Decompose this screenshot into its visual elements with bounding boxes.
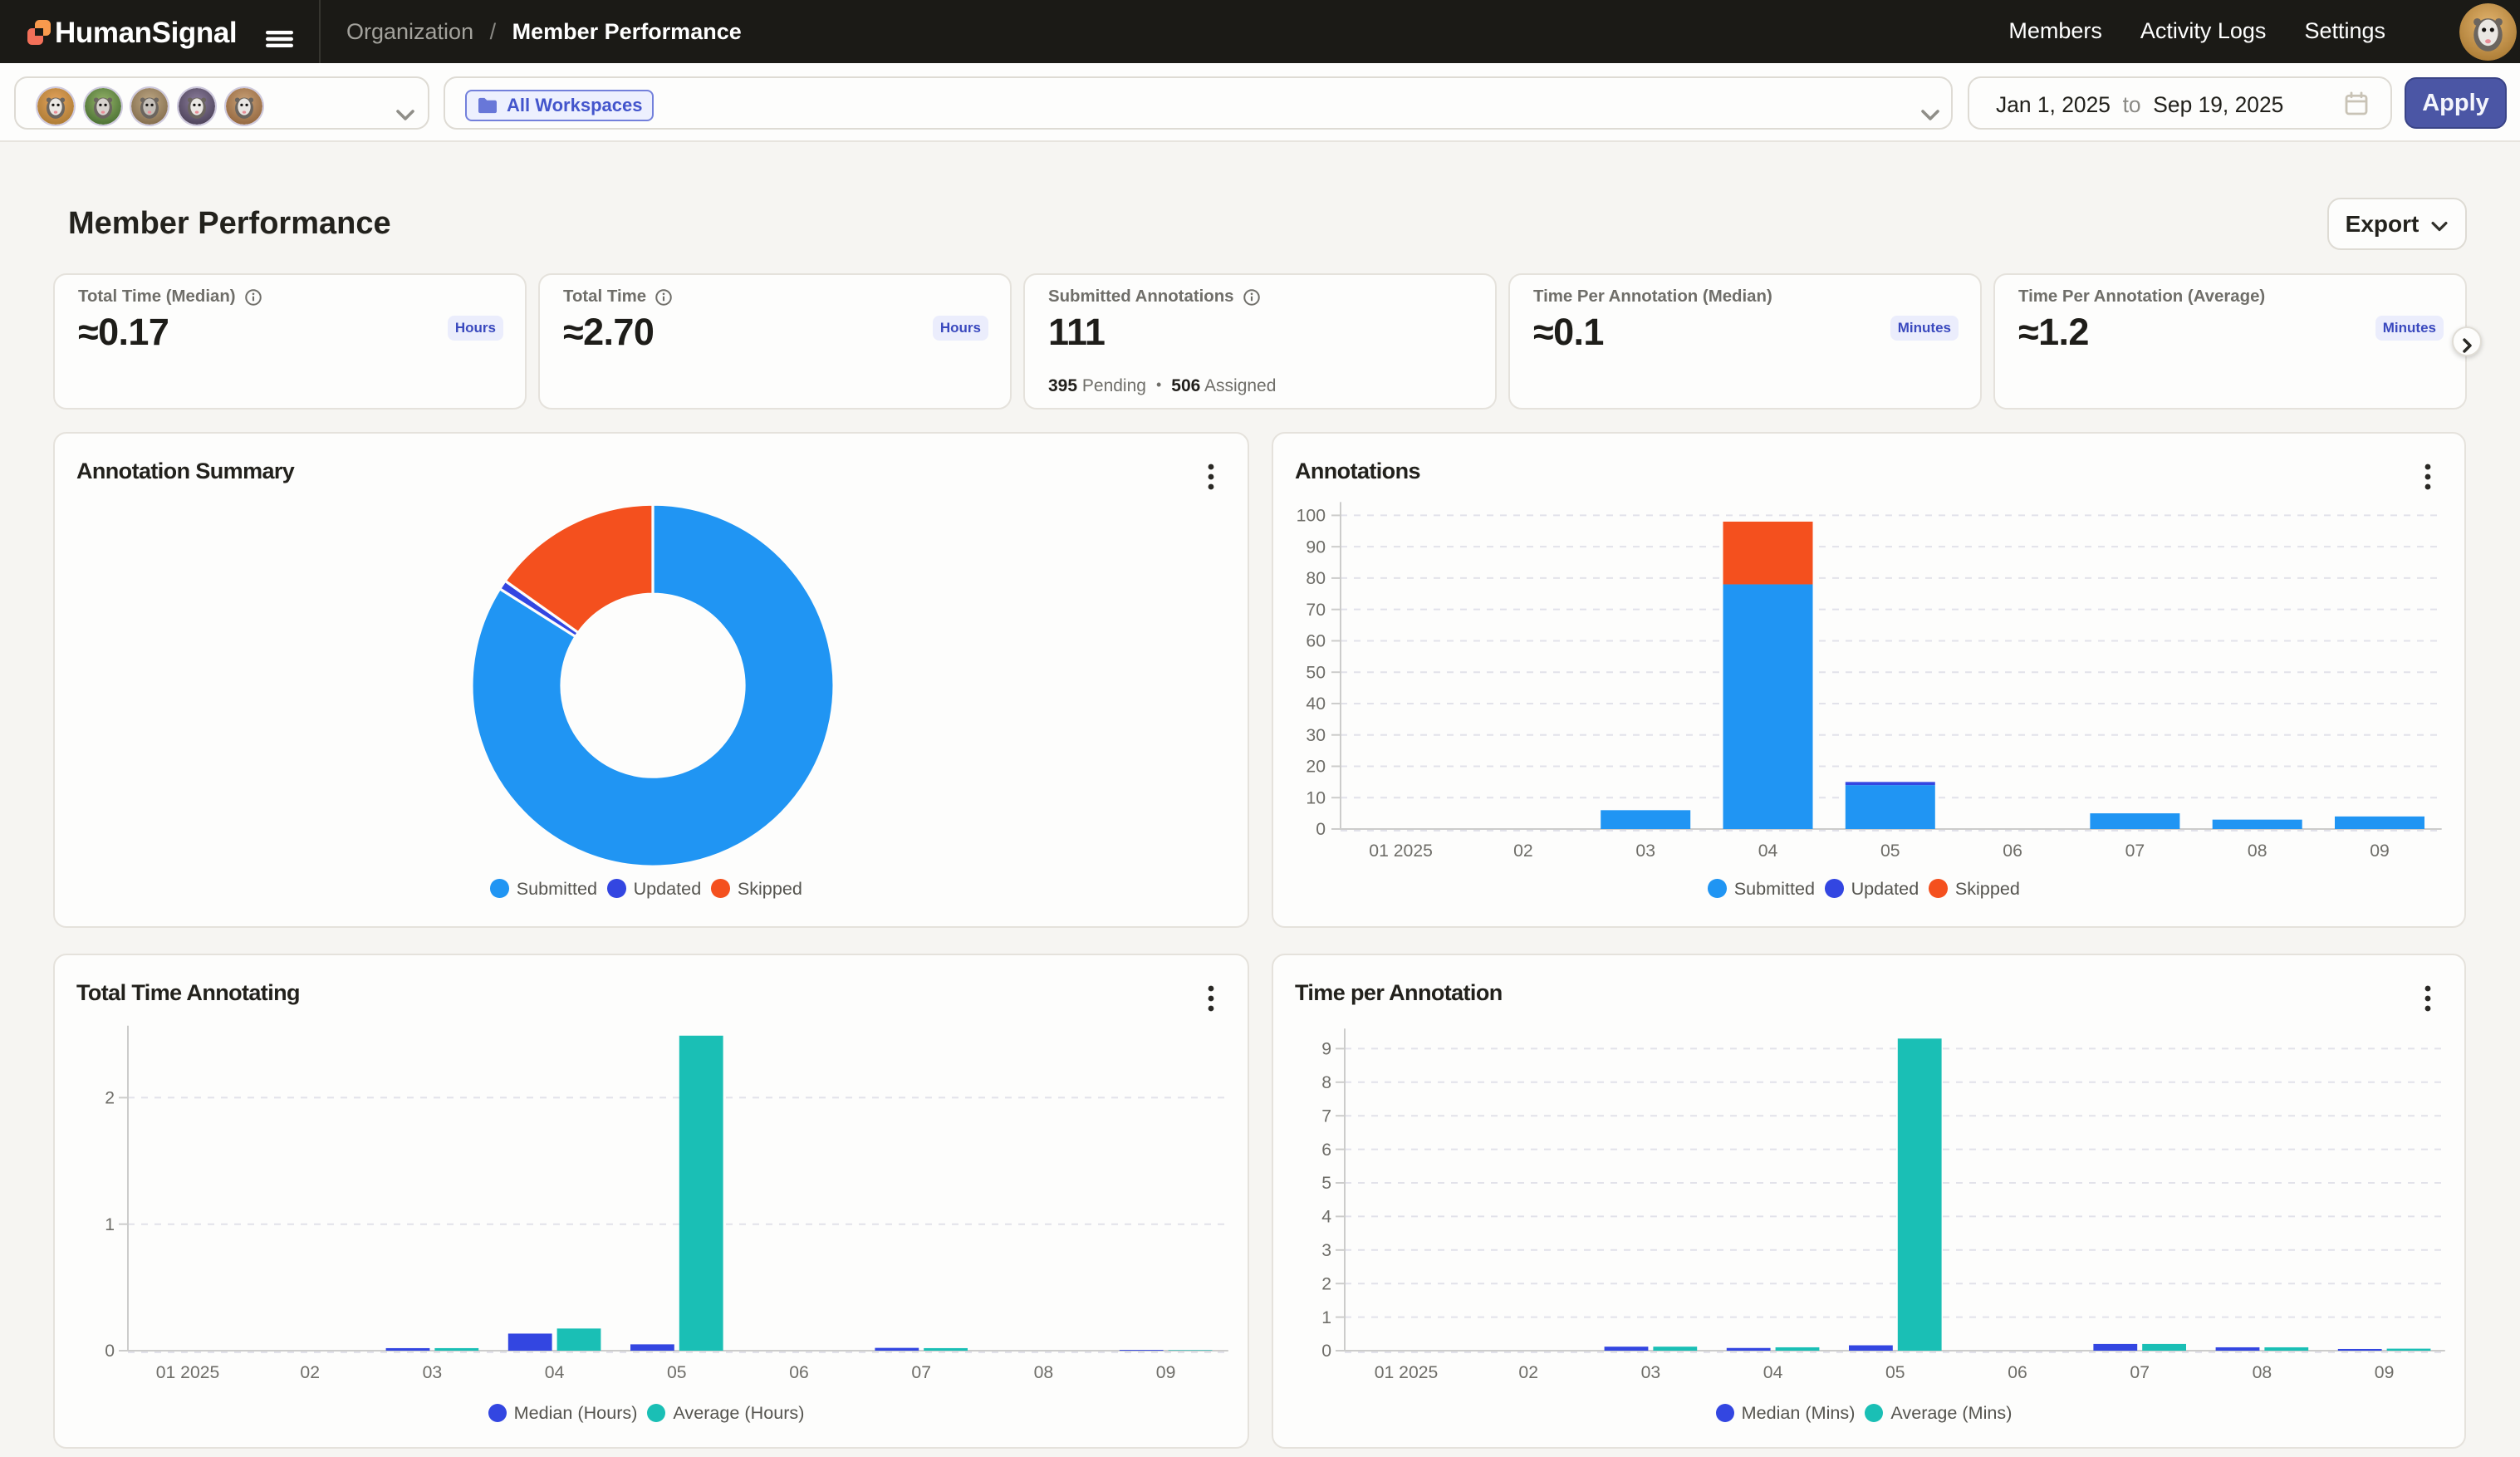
svg-text:06: 06 [2008,1363,2027,1382]
svg-text:50: 50 [1306,663,1326,682]
svg-text:06: 06 [2003,841,2022,861]
svg-text:2: 2 [105,1089,115,1108]
svg-text:03: 03 [1641,1363,1661,1382]
svg-text:4: 4 [1321,1208,1331,1227]
svg-text:01 2025: 01 2025 [1375,1363,1439,1382]
svg-text:05: 05 [667,1363,687,1382]
svg-text:02: 02 [1518,1363,1538,1382]
svg-text:04: 04 [1763,1363,1783,1382]
svg-text:1: 1 [1321,1308,1331,1327]
svg-text:5: 5 [1321,1174,1331,1193]
svg-text:08: 08 [1034,1363,1054,1382]
svg-text:40: 40 [1306,694,1326,714]
svg-text:100: 100 [1297,507,1326,526]
svg-text:70: 70 [1306,601,1326,620]
svg-text:80: 80 [1306,569,1326,588]
svg-text:2: 2 [1321,1274,1331,1293]
svg-text:7: 7 [1321,1106,1331,1126]
svg-text:9: 9 [1321,1040,1331,1059]
svg-text:09: 09 [2370,841,2390,861]
svg-text:02: 02 [1513,841,1533,861]
svg-text:01 2025: 01 2025 [156,1363,220,1382]
svg-text:10: 10 [1306,788,1326,807]
svg-text:90: 90 [1306,537,1326,557]
svg-text:04: 04 [1758,841,1778,861]
svg-text:05: 05 [1885,1363,1905,1382]
svg-text:02: 02 [300,1363,320,1382]
svg-text:09: 09 [2375,1363,2395,1382]
svg-text:08: 08 [2248,841,2268,861]
svg-text:0: 0 [1316,820,1326,839]
svg-text:01 2025: 01 2025 [1369,841,1433,861]
svg-text:08: 08 [2253,1363,2272,1382]
svg-text:09: 09 [1156,1363,1176,1382]
svg-text:0: 0 [1321,1342,1331,1361]
svg-text:03: 03 [423,1363,443,1382]
svg-text:07: 07 [911,1363,931,1382]
svg-text:3: 3 [1321,1241,1331,1260]
svg-text:6: 6 [1321,1141,1331,1160]
svg-text:04: 04 [545,1363,565,1382]
svg-text:03: 03 [1635,841,1655,861]
svg-text:07: 07 [2130,1363,2150,1382]
svg-text:05: 05 [1880,841,1900,861]
svg-text:8: 8 [1321,1073,1331,1092]
svg-text:60: 60 [1306,632,1326,651]
svg-text:07: 07 [2125,841,2145,861]
svg-text:20: 20 [1306,758,1326,777]
svg-text:0: 0 [105,1342,115,1361]
svg-text:1: 1 [105,1215,115,1234]
svg-text:06: 06 [789,1363,809,1382]
svg-text:30: 30 [1306,726,1326,745]
